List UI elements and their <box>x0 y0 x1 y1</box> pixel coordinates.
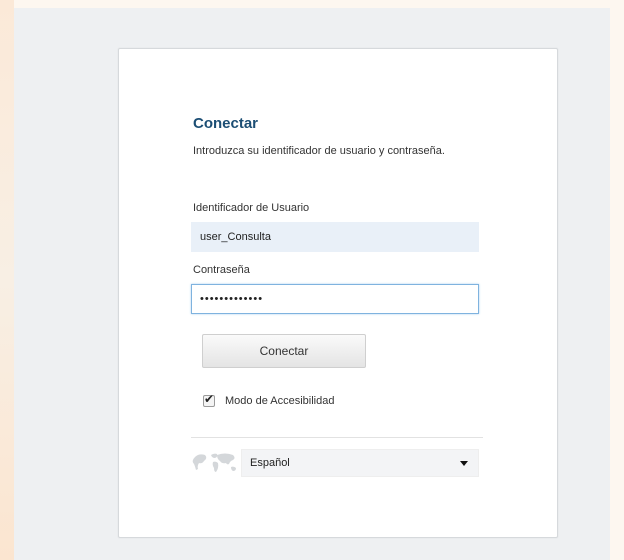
login-title: Conectar <box>193 115 259 132</box>
connect-button[interactable]: Conectar <box>202 334 366 368</box>
username-label: Identificador de Usuario <box>193 202 310 214</box>
login-instructions: Introduzca su identificador de usuario y… <box>193 145 445 157</box>
page-background: Conectar Introduzca su identificador de … <box>14 8 610 560</box>
password-label: Contraseña <box>193 264 250 276</box>
language-select-value: Español <box>250 457 290 469</box>
checkmark-icon: ✔ <box>204 392 215 406</box>
dropdown-arrow-icon <box>460 460 468 466</box>
login-card: Conectar Introduzca su identificador de … <box>118 48 558 538</box>
accessibility-mode-label[interactable]: Modo de Accesibilidad <box>225 395 334 407</box>
section-divider <box>191 437 483 438</box>
password-input[interactable] <box>191 284 479 314</box>
username-input[interactable] <box>191 222 479 252</box>
world-map-icon <box>192 453 236 472</box>
accessibility-mode-checkbox[interactable]: ✔ <box>203 392 215 407</box>
language-select[interactable]: Español <box>241 449 479 477</box>
background-strip <box>0 0 14 560</box>
accessibility-mode-row[interactable]: ✔ Modo de Accesibilidad <box>203 392 334 407</box>
